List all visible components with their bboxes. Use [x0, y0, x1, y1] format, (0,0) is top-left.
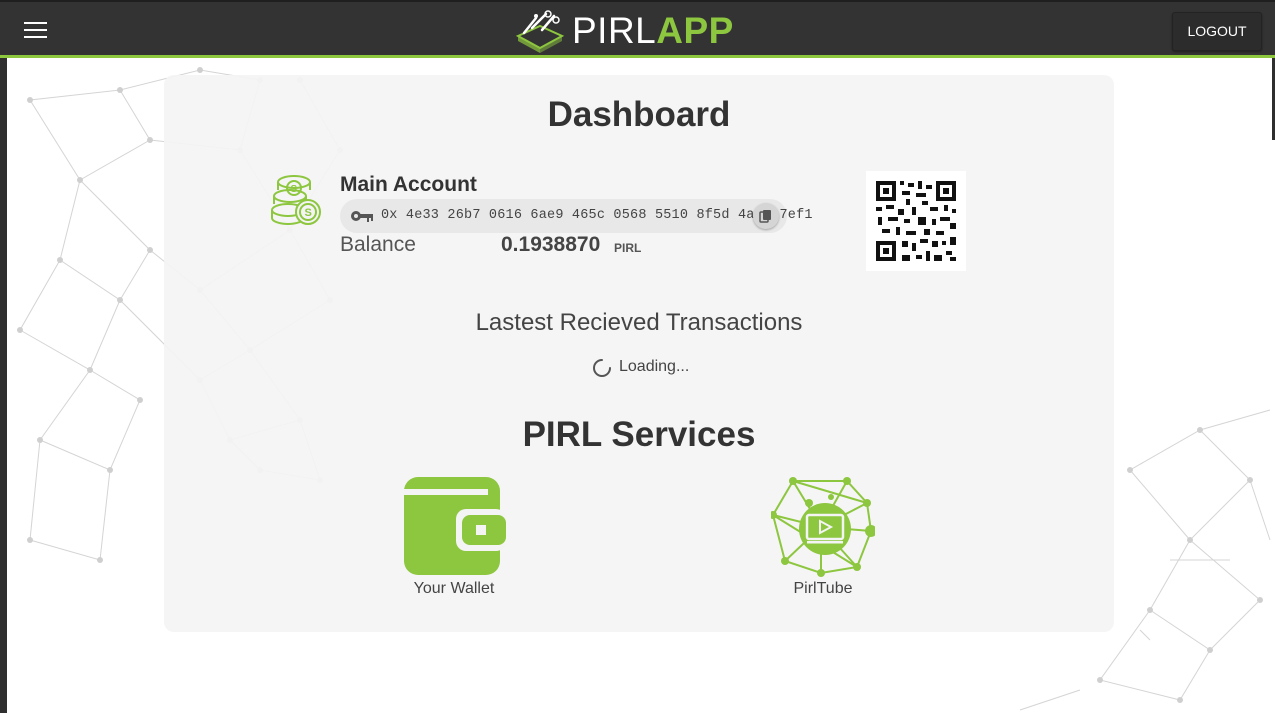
coins-icon: S S [271, 175, 321, 225]
svg-text:S: S [291, 184, 298, 195]
brand-text-primary: PIRL [572, 10, 657, 51]
brand-logo[interactable]: PIRL APP [512, 8, 734, 54]
service-your-wallet[interactable]: Your Wallet [384, 475, 524, 598]
pirl-logo-icon [515, 10, 565, 53]
logout-button[interactable]: LOGOUT [1172, 12, 1262, 51]
pirltube-icon [771, 477, 875, 577]
service-label: PirlTube [793, 580, 853, 597]
brand-text-secondary: APP [656, 10, 734, 51]
qr-code [866, 171, 966, 271]
wallet-address: 0x 4e33 26b7 0616 6ae9 465c 0568 5510 8f… [381, 208, 813, 223]
service-label: Your Wallet [413, 580, 495, 597]
balance-unit: PIRL [614, 241, 642, 255]
balance-label: Balance [340, 233, 416, 256]
copy-icon [759, 210, 771, 223]
account-name: Main Account [340, 173, 477, 196]
spinner-icon [593, 359, 611, 377]
menu-icon[interactable] [24, 22, 47, 39]
svg-text:S: S [305, 207, 312, 219]
balance-value: 0.1938870 [501, 233, 601, 256]
key-icon [351, 211, 373, 222]
dashboard-card: Dashboard S S Main Account 0x 4e33 26b7 … [164, 75, 1114, 632]
address-chip: 0x 4e33 26b7 0616 6ae9 465c 0568 5510 8f… [340, 199, 812, 233]
top-app-bar: PIRL APP LOGOUT [0, 0, 1275, 58]
page-title: Dashboard [547, 95, 731, 134]
wallet-icon [404, 477, 506, 575]
transactions-heading: Lastest Recieved Transactions [475, 309, 803, 336]
services-title: PIRL Services [522, 415, 756, 454]
copy-address-button[interactable] [753, 203, 779, 229]
service-pirltube[interactable]: PirlTube [753, 475, 893, 598]
loading-text: Loading... [619, 358, 690, 375]
